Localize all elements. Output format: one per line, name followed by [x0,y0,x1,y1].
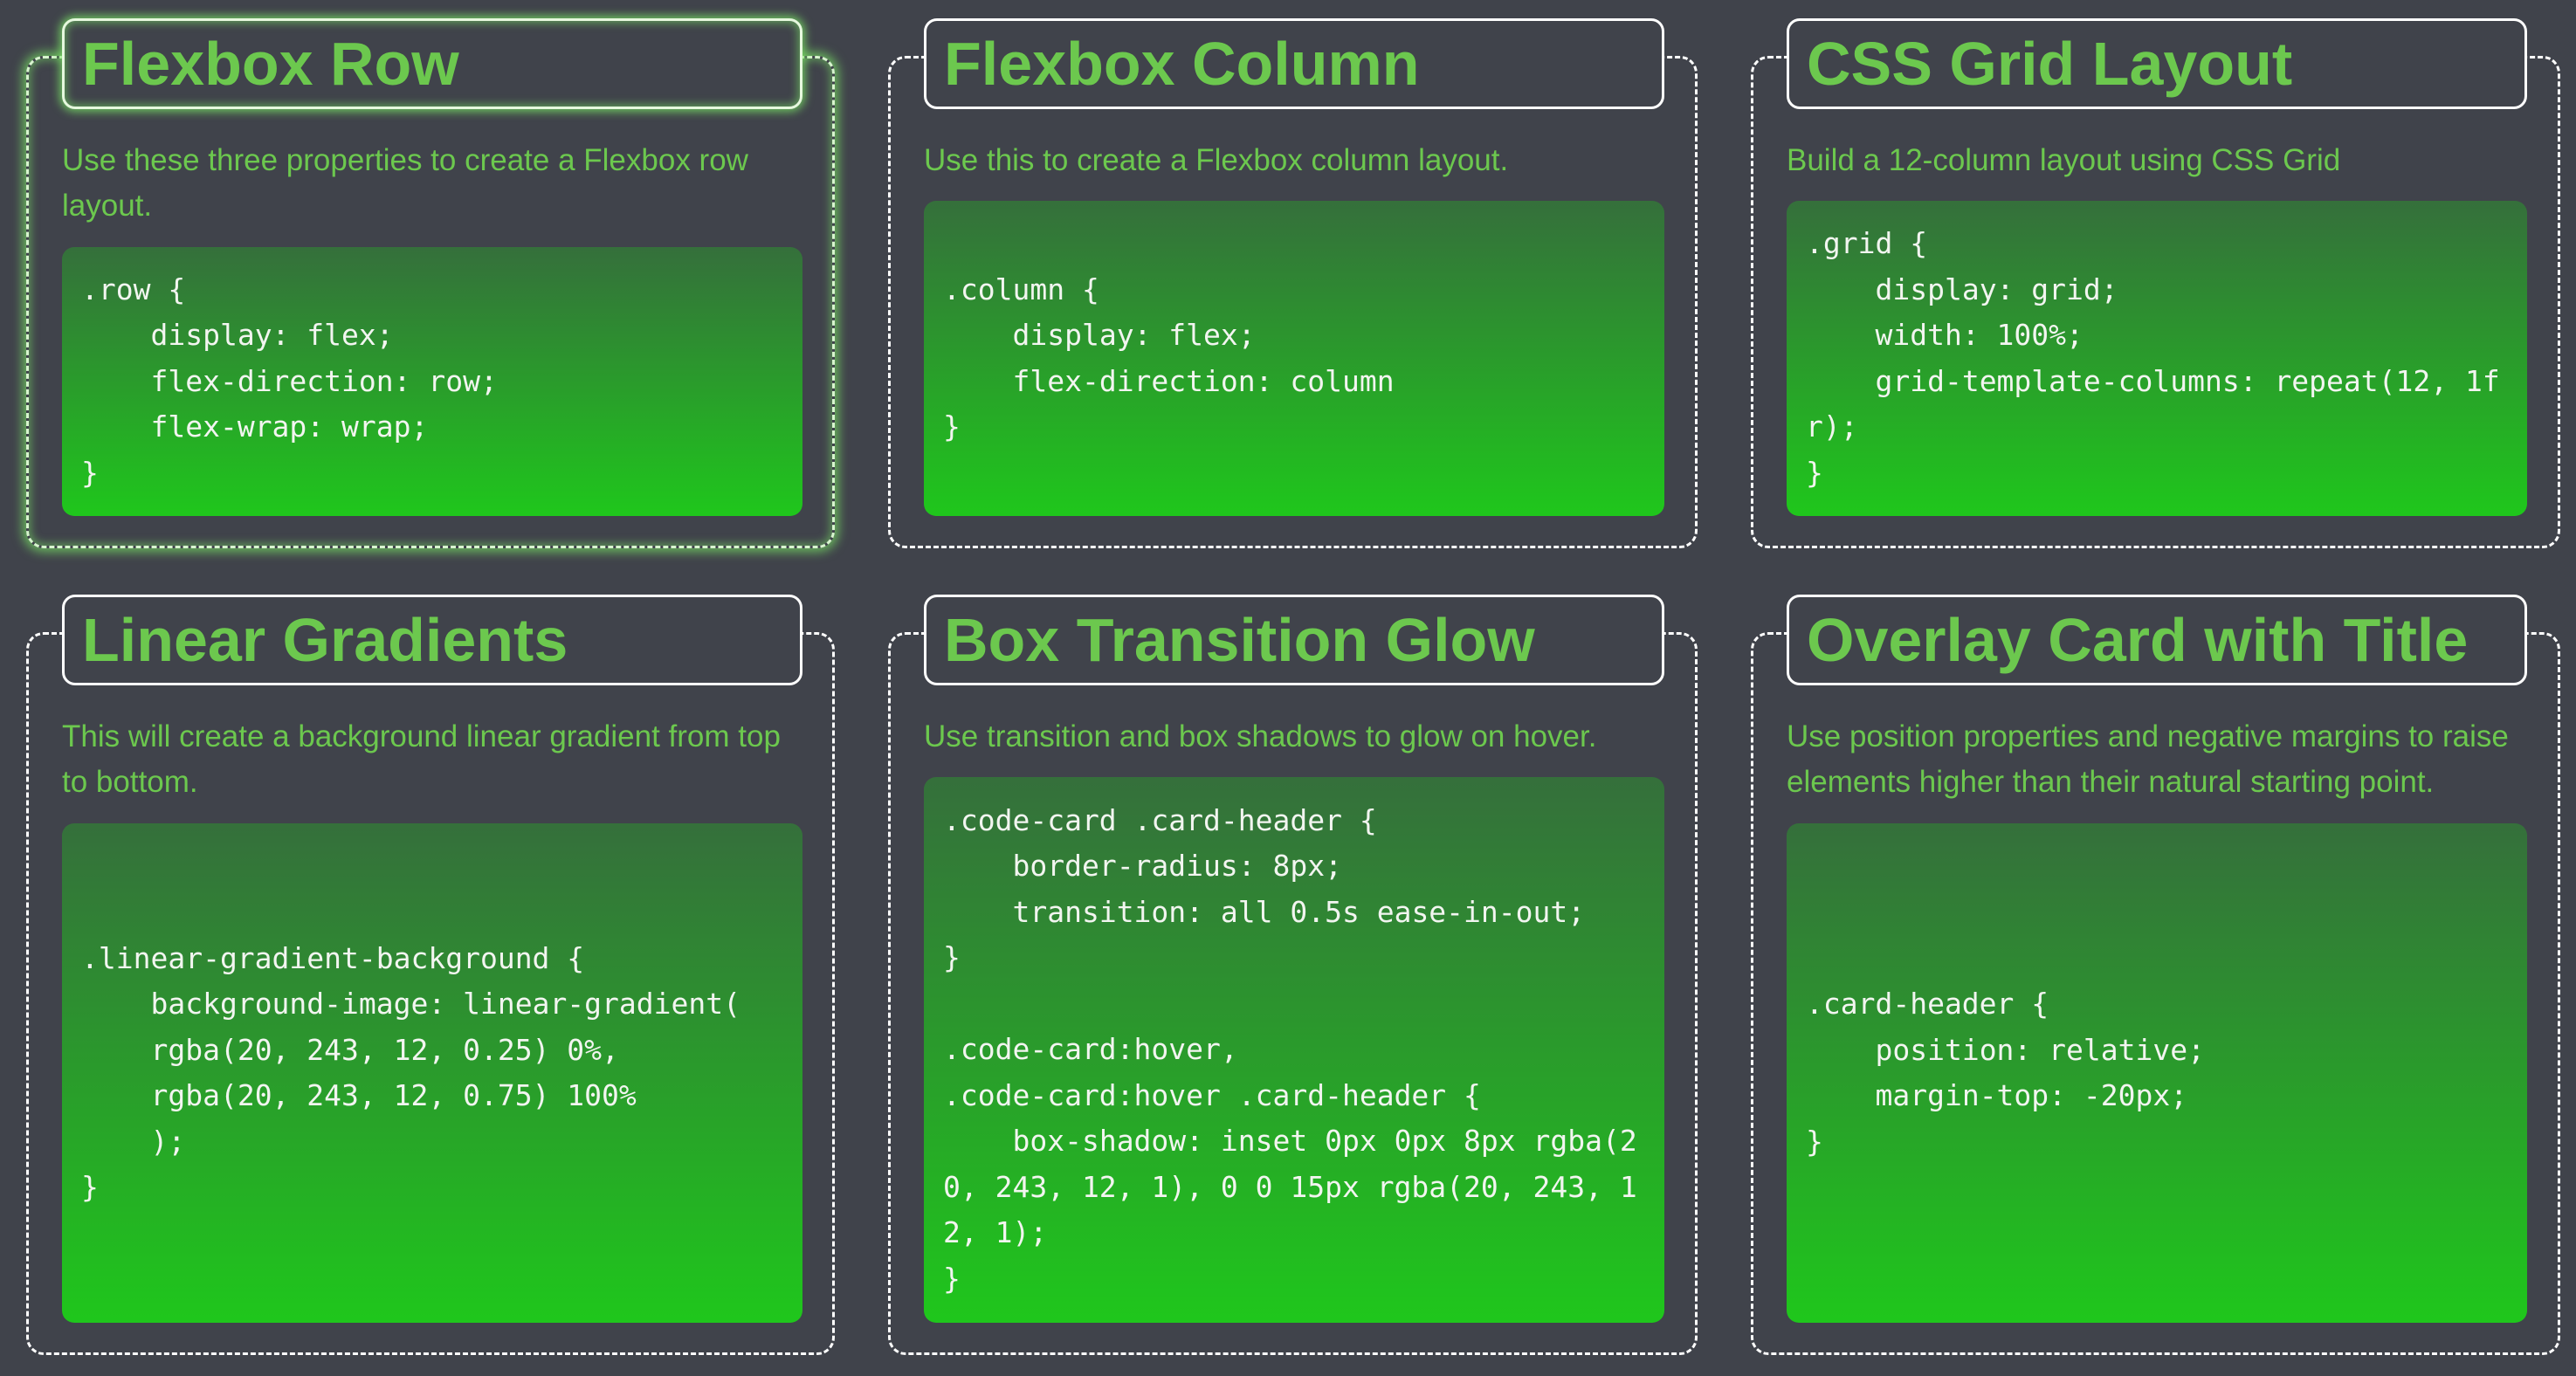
card-description: Use transition and box shadows to glow o… [924,719,1597,753]
code-card-box-transition-glow[interactable]: Box Transition Glow Use transition and b… [888,595,1698,1355]
code-snippet: .grid { display: grid; width: 100%; grid… [1806,226,2500,490]
card-title: CSS Grid Layout [1807,30,2293,98]
code-snippet: .linear-gradient-background { background… [81,940,740,1205]
card-description: Build a 12-column layout using CSS Grid [1787,143,2341,177]
card-title: Flexbox Row [82,30,459,98]
card-header: Box Transition Glow [924,595,1664,685]
card-title: Linear Gradients [82,606,568,674]
code-block: .code-card .card-header { border-radius:… [924,777,1664,1323]
card-title: Flexbox Column [944,30,1420,98]
code-card-css-grid[interactable]: CSS Grid Layout Build a 12-column layout… [1751,18,2560,548]
code-snippet: .row { display: flex; flex-direction: ro… [81,272,498,490]
code-block: .grid { display: grid; width: 100%; grid… [1787,201,2527,516]
card-title: Overlay Card with Title [1807,606,2469,674]
card-header: Flexbox Column [924,18,1664,109]
card-description: Use these three properties to create a F… [62,143,748,223]
code-card-linear-gradients[interactable]: Linear Gradients This will create a back… [26,595,835,1355]
card-header: Linear Gradients [62,595,802,685]
card-header: Flexbox Row [62,18,802,109]
code-snippet: .column { display: flex; flex-direction:… [943,272,1395,444]
card-header: Overlay Card with Title [1787,595,2527,685]
code-block: .linear-gradient-background { background… [62,823,802,1323]
code-block: .column { display: flex; flex-direction:… [924,201,1664,516]
card-description: Use this to create a Flexbox column layo… [924,143,1509,177]
code-card-flexbox-row[interactable]: Flexbox Row Use these three properties t… [26,18,835,548]
code-block: .row { display: flex; flex-direction: ro… [62,247,802,516]
card-header: CSS Grid Layout [1787,18,2527,109]
card-title: Box Transition Glow [944,606,1535,674]
card-description: Use position properties and negative mar… [1787,719,2509,799]
code-block: .card-header { position: relative; margi… [1787,823,2527,1323]
code-card-overlay-title[interactable]: Overlay Card with Title Use position pro… [1751,595,2560,1355]
card-description: This will create a background linear gra… [62,719,781,799]
code-snippet: .code-card .card-header { border-radius:… [943,802,1637,1296]
code-card-flexbox-column[interactable]: Flexbox Column Use this to create a Flex… [888,18,1698,548]
code-snippet: .card-header { position: relative; margi… [1806,987,2205,1159]
